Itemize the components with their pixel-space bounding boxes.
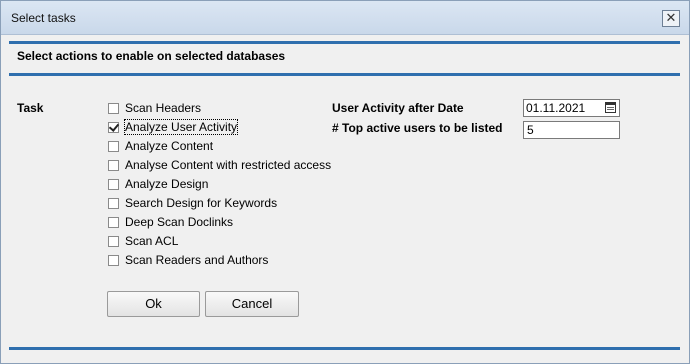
close-button[interactable]: ✕ (662, 10, 680, 27)
task-option-label: Scan Readers and Authors (125, 253, 269, 267)
task-option-analyze-design[interactable]: Analyze Design (108, 176, 208, 192)
activity-date-value: 01.11.2021 (526, 101, 586, 115)
dialog-title: Select tasks (11, 11, 76, 25)
checkbox[interactable] (108, 178, 119, 190)
section-heading: Select actions to enable on selected dat… (17, 49, 286, 63)
checkbox[interactable] (108, 159, 119, 171)
task-option-analyze-user-activity[interactable]: Analyze User Activity (108, 119, 239, 135)
checkbox[interactable] (108, 140, 119, 152)
task-option-scan-headers[interactable]: Scan Headers (108, 100, 201, 116)
task-option-search-design-keywords[interactable]: Search Design for Keywords (108, 195, 277, 211)
task-option-scan-readers-authors[interactable]: Scan Readers and Authors (108, 252, 268, 268)
top-users-label: # Top active users to be listed (332, 121, 503, 135)
task-label: Task (17, 101, 44, 115)
task-option-scan-acl[interactable]: Scan ACL (108, 233, 178, 249)
checkbox-checked[interactable] (108, 121, 119, 133)
checkbox[interactable] (108, 254, 119, 266)
cancel-button[interactable]: Cancel (205, 291, 299, 317)
divider-heading (9, 73, 680, 76)
task-option-label: Analyse Content with restricted access (125, 158, 332, 172)
divider-top (9, 41, 680, 44)
task-option-label: Scan ACL (125, 234, 179, 248)
divider-bottom (9, 347, 680, 350)
task-option-label: Analyze Content (125, 139, 214, 153)
title-bar[interactable]: Select tasks ✕ (1, 1, 689, 35)
task-option-label: Search Design for Keywords (125, 196, 278, 210)
checkbox[interactable] (108, 235, 119, 247)
checkbox[interactable] (108, 216, 119, 228)
activity-date-field[interactable]: 01.11.2021 (523, 99, 620, 117)
task-option-analyse-content-restricted[interactable]: Analyse Content with restricted access (108, 157, 331, 173)
close-icon: ✕ (665, 10, 677, 25)
task-option-analyze-content[interactable]: Analyze Content (108, 138, 213, 154)
task-option-label: Deep Scan Doclinks (125, 215, 234, 229)
task-option-label: Scan Headers (125, 101, 202, 115)
checkbox[interactable] (108, 102, 119, 114)
calendar-icon[interactable] (605, 102, 616, 113)
task-option-deep-scan-doclinks[interactable]: Deep Scan Doclinks (108, 214, 233, 230)
checkbox[interactable] (108, 197, 119, 209)
select-tasks-dialog: Select tasks ✕ Select actions to enable … (0, 0, 690, 364)
activity-date-label: User Activity after Date (332, 101, 464, 115)
top-users-field[interactable]: 5 (523, 121, 620, 139)
task-option-label: Analyze User Activity (123, 119, 239, 135)
task-option-label: Analyze Design (125, 177, 209, 191)
top-users-value: 5 (527, 123, 534, 137)
ok-button[interactable]: Ok (107, 291, 200, 317)
